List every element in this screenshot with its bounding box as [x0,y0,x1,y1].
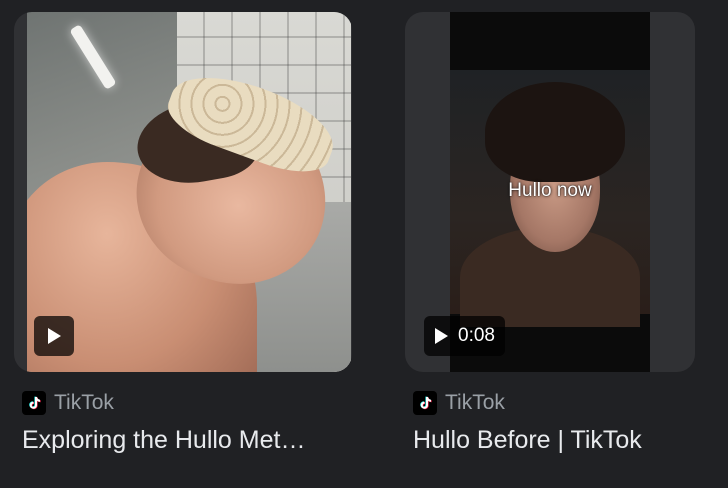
tiktok-icon [22,391,46,415]
video-duration: 0:08 [458,325,495,346]
tiktok-icon [413,391,437,415]
video-result-card-2[interactable]: Hullo now 0:08 [405,12,695,372]
play-button[interactable]: 0:08 [424,316,505,356]
result-title-link[interactable]: Exploring the Hullo Met… [22,426,352,455]
video-thumbnail[interactable] [27,12,351,372]
source-name: TikTok [445,391,505,414]
result-title-link[interactable]: Hullo Before | TikTok [413,426,713,455]
source-name: TikTok [54,391,114,414]
thumbnail-caption: Hullo now [508,180,592,201]
video-result-card-1[interactable] [14,12,352,372]
result-source[interactable]: TikTok [22,391,114,415]
play-icon [47,328,61,344]
result-source[interactable]: TikTok [413,391,505,415]
play-icon [435,328,448,344]
thumbnail-image-light [69,24,117,90]
play-button[interactable] [34,316,74,356]
thumbnail-image-hair [485,82,625,182]
